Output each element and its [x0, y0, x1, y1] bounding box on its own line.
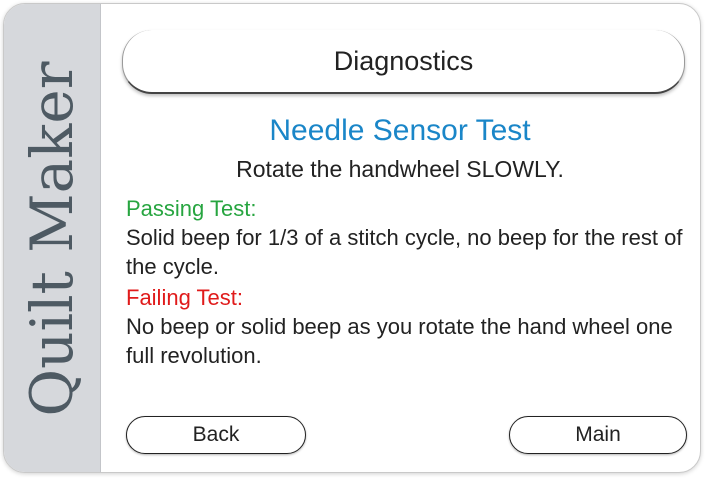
- page-title: Diagnostics: [333, 46, 474, 76]
- main-content: Diagnostics Needle Sensor Test Rotate th…: [100, 4, 700, 472]
- test-instruction: Rotate the handwheel SLOWLY.: [236, 156, 564, 182]
- passing-test-description: Solid beep for 1/3 of a stitch cycle, no…: [126, 225, 683, 279]
- brand-logo: Quilt Maker: [18, 61, 86, 417]
- brand-sidebar: Quilt Maker: [4, 4, 101, 472]
- back-button[interactable]: Back: [126, 416, 306, 454]
- main-button[interactable]: Main: [509, 416, 687, 454]
- test-heading: Needle Sensor Test: [269, 114, 531, 147]
- app-window: Quilt Maker Diagnostics Needle Sensor Te…: [3, 3, 701, 473]
- title-bar: Diagnostics: [122, 30, 685, 94]
- passing-test-label: Passing Test:: [126, 196, 257, 221]
- failing-test-description: No beep or solid beep as you rotate the …: [126, 314, 673, 368]
- failing-test-label: Failing Test:: [126, 285, 243, 310]
